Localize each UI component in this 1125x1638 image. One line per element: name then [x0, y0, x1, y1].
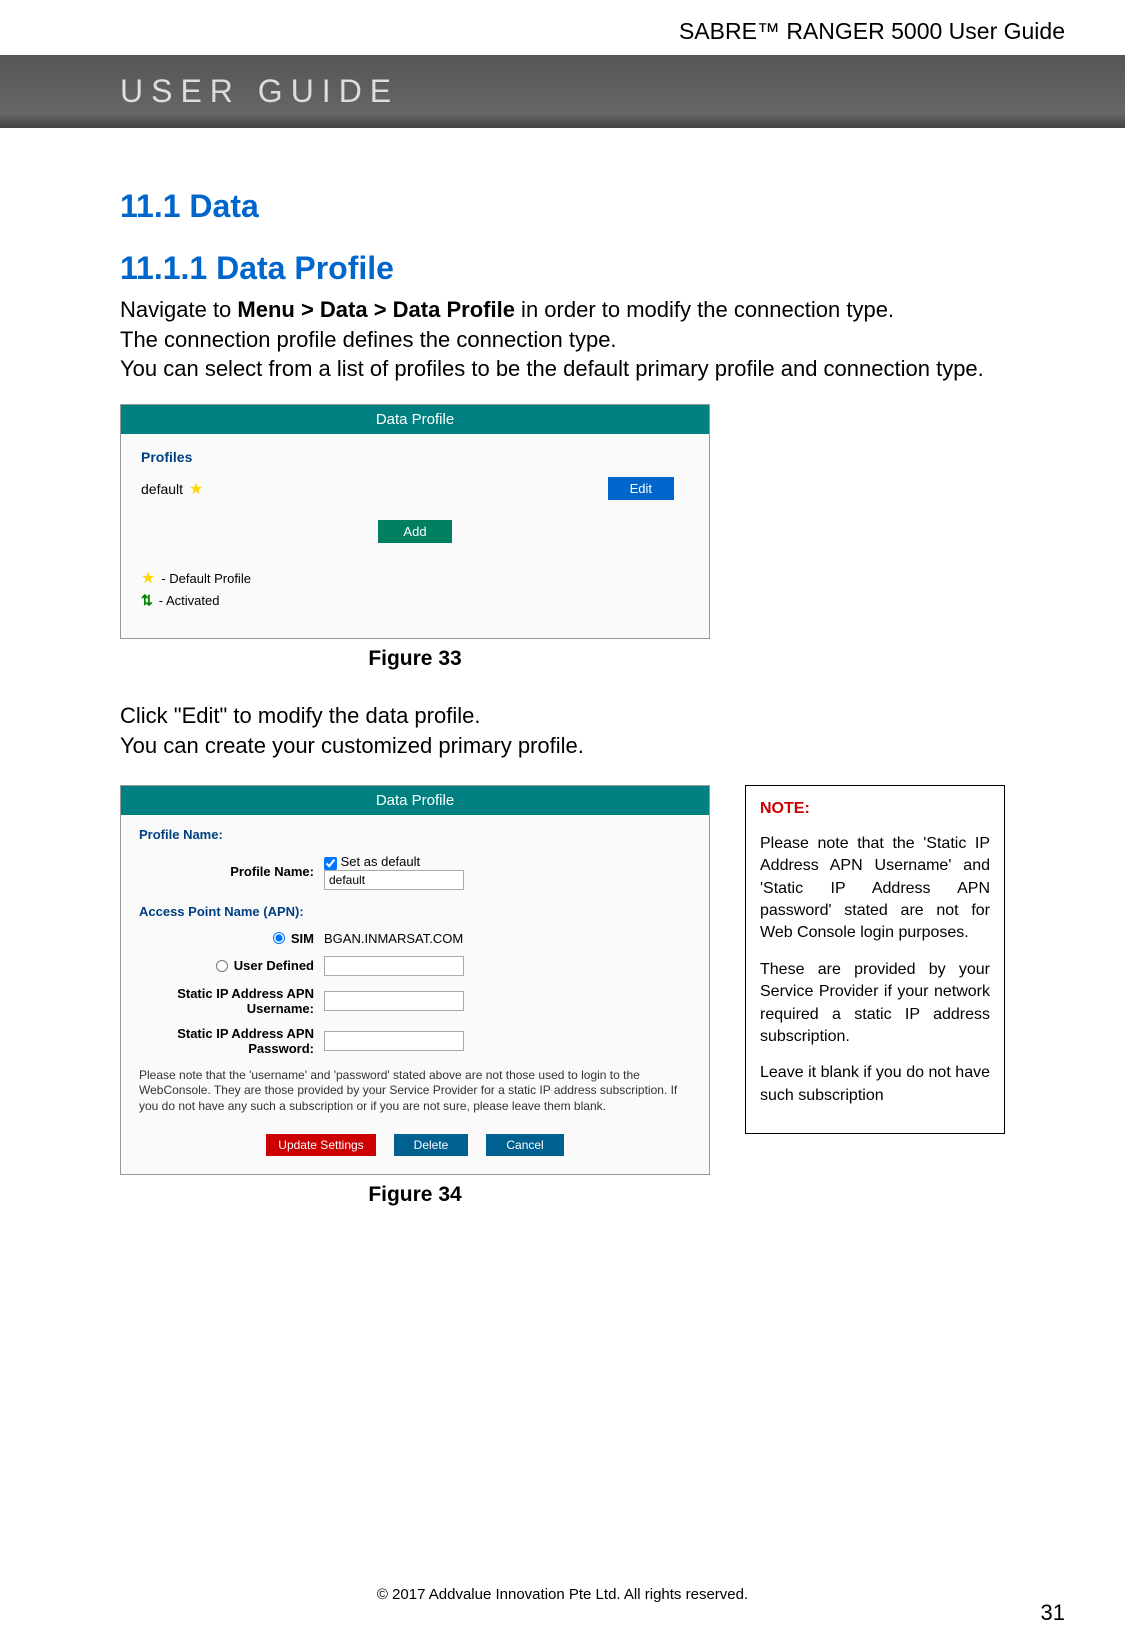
activated-icon: ⇅: [141, 592, 153, 609]
intro-line1-post: in order to modify the connection type.: [515, 297, 894, 322]
profile-name: default: [141, 481, 183, 497]
static-username-label: Static IP Address APN Username:: [139, 986, 314, 1016]
delete-button[interactable]: Delete: [394, 1134, 469, 1156]
static-password-input[interactable]: [324, 1031, 464, 1051]
set-default-checkbox[interactable]: [324, 857, 337, 870]
user-defined-radio[interactable]: [216, 960, 228, 972]
note-p2: These are provided by your Service Provi…: [760, 959, 990, 1049]
legend-default-profile: ★ - Default Profile: [141, 568, 689, 588]
intro-line1-pre: Navigate to: [120, 297, 237, 322]
screenshot2-title: Data Profile: [121, 786, 709, 815]
profile-row: default ★ Edit: [141, 477, 689, 500]
user-defined-input[interactable]: [324, 956, 464, 976]
content-area: 11.1 Data 11.1.1 Data Profile Navigate t…: [0, 128, 1125, 1207]
star-icon: ★: [141, 568, 155, 588]
cancel-button[interactable]: Cancel: [486, 1134, 563, 1156]
profiles-section-label: Profiles: [141, 449, 689, 465]
add-button[interactable]: Add: [378, 520, 451, 543]
legend-activated: ⇅ - Activated: [141, 592, 689, 609]
profile-name-label: Profile Name:: [139, 864, 314, 879]
figure-33-caption: Figure 33: [120, 647, 710, 671]
mid-line1: Click "Edit" to modify the data profile.: [120, 703, 480, 728]
section-heading-data: 11.1 Data: [120, 188, 1005, 225]
update-settings-button[interactable]: Update Settings: [266, 1134, 375, 1156]
screenshot2-note: Please note that the 'username' and 'pas…: [139, 1068, 691, 1115]
copyright-footer: © 2017 Addvalue Innovation Pte Ltd. All …: [0, 1586, 1125, 1603]
static-username-input[interactable]: [324, 991, 464, 1011]
note-box: NOTE: Please note that the 'Static IP Ad…: [745, 785, 1005, 1134]
mid-paragraph: Click "Edit" to modify the data profile.…: [120, 701, 1005, 760]
user-defined-label: User Defined: [234, 958, 314, 973]
figure-34-caption: Figure 34: [120, 1183, 710, 1207]
intro-line1-bold: Menu > Data > Data Profile: [237, 297, 515, 322]
set-default-label: Set as default: [341, 854, 421, 869]
page-number: 31: [1041, 1600, 1065, 1626]
intro-line2: The connection profile defines the conne…: [120, 327, 617, 352]
note-p3: Leave it blank if you do not have such s…: [760, 1062, 990, 1107]
edit-button[interactable]: Edit: [608, 477, 674, 500]
sim-label: SIM: [291, 931, 314, 946]
section-heading-data-profile: 11.1.1 Data Profile: [120, 250, 1005, 287]
note-p1: Please note that the 'Static IP Address …: [760, 833, 990, 945]
note-title: NOTE:: [760, 798, 990, 820]
screenshot1-title: Data Profile: [121, 405, 709, 434]
intro-line3: You can select from a list of profiles t…: [120, 356, 984, 381]
mid-line2: You can create your customized primary p…: [120, 733, 584, 758]
document-header: SABRE™ RANGER 5000 User Guide: [0, 0, 1125, 55]
user-guide-banner: USER GUIDE: [0, 55, 1125, 128]
profile-name-input[interactable]: [324, 870, 464, 890]
legend-activated-text: - Activated: [159, 593, 220, 608]
apn-section: Access Point Name (APN):: [139, 904, 691, 919]
intro-paragraph: Navigate to Menu > Data > Data Profile i…: [120, 295, 1005, 384]
sim-radio[interactable]: [273, 932, 285, 944]
profile-name-section: Profile Name:: [139, 827, 691, 842]
sim-value: BGAN.INMARSAT.COM: [324, 931, 691, 946]
screenshot-data-profile-list: Data Profile Profiles default ★ Edit Add…: [120, 404, 710, 639]
screenshot-data-profile-edit: Data Profile Profile Name: Profile Name:…: [120, 785, 710, 1175]
legend-default-text: - Default Profile: [161, 571, 251, 586]
static-password-label: Static IP Address APN Password:: [139, 1026, 314, 1056]
star-icon: ★: [189, 479, 203, 499]
